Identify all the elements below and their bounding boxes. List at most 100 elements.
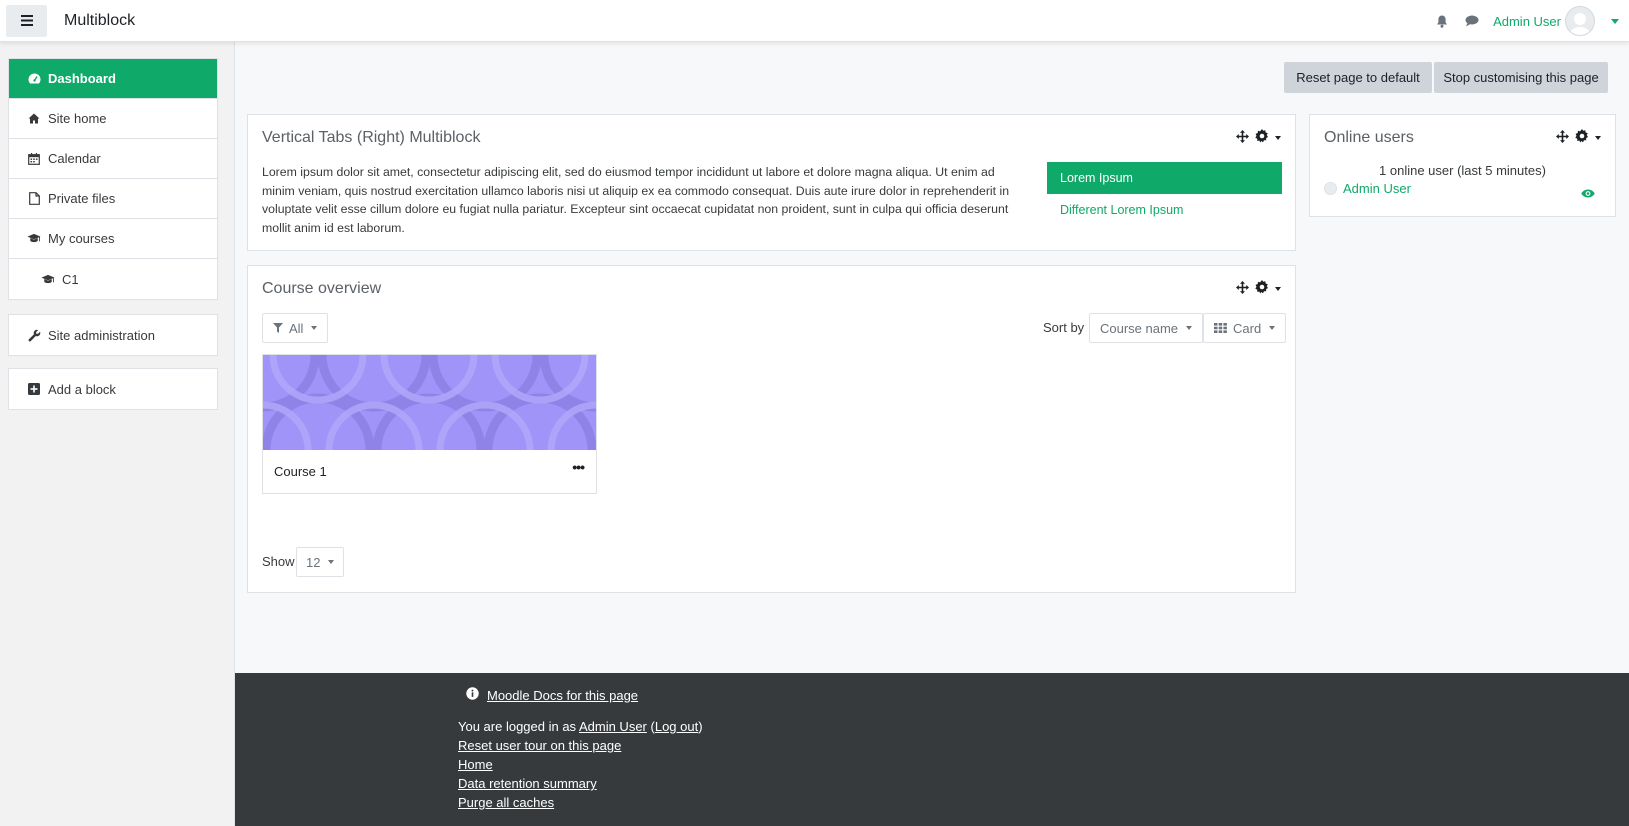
sidebar-item-label: Site administration (48, 327, 155, 343)
sidebar-item-label: Private files (48, 191, 116, 206)
chevron-down-icon[interactable] (1595, 135, 1601, 140)
filter-dropdown[interactable]: All (262, 313, 329, 343)
paging-value: 12 (306, 554, 321, 570)
sidebar-item-calendar[interactable]: Calendar (9, 139, 217, 179)
filter-value: All (289, 320, 304, 336)
reset-page-button[interactable]: Reset page to default (1284, 62, 1432, 93)
multiblock-content: Lorem ipsum dolor sit amet, consectetur … (262, 165, 1010, 235)
tab-different-lorem-ipsum[interactable]: Different Lorem Ipsum (1060, 203, 1183, 217)
logged-in-prefix: You are logged in as (458, 719, 579, 734)
sidebar-item-label: Site home (48, 111, 107, 126)
plus-square-icon (27, 382, 41, 396)
logout-open-paren: ( (646, 719, 655, 734)
file-icon (27, 192, 41, 206)
footer-user-link[interactable]: Admin User (579, 719, 647, 734)
block-controls (1236, 280, 1281, 297)
sidebar-item-site-home[interactable]: Site home (9, 99, 217, 139)
reset-user-tour-link[interactable]: Reset user tour on this page (458, 738, 621, 753)
user-navigation: Admin User (1435, 6, 1619, 36)
gear-icon[interactable] (1255, 280, 1269, 297)
block-title: Course overview (262, 280, 382, 297)
moodle-docs-row: Moodle Docs for this page (466, 687, 638, 703)
sidebar-item-c1[interactable]: C1 (9, 259, 217, 299)
move-icon[interactable] (1236, 280, 1249, 297)
sidebar-item-label: Dashboard (48, 71, 116, 86)
dashboard-icon (27, 72, 41, 86)
logout-close-paren: ) (698, 719, 703, 734)
logout-link[interactable]: Log out (655, 719, 698, 734)
sidebar-item-site-administration[interactable]: Site administration (9, 315, 217, 355)
sort-label: Sort by (1043, 320, 1085, 335)
online-user-item[interactable]: Admin User (1324, 181, 1411, 196)
nav-admin-group: Site administration (8, 314, 218, 356)
graduation-cap-icon (27, 232, 41, 246)
online-summary: 1 online user (last 5 minutes) (1379, 163, 1546, 178)
bell-icon[interactable] (1435, 14, 1449, 28)
block-title: Online users (1324, 129, 1414, 146)
eye-icon[interactable] (1581, 186, 1595, 201)
avatar[interactable] (1565, 6, 1595, 36)
add-block-button[interactable]: Add a block (9, 369, 217, 409)
user-menu-name[interactable]: Admin User (1493, 14, 1561, 29)
course-image[interactable] (263, 355, 596, 450)
show-label: Show (262, 554, 295, 569)
move-icon[interactable] (1236, 129, 1249, 146)
chevron-down-icon[interactable] (1275, 135, 1281, 140)
sidebar-item-label: My courses (48, 231, 115, 246)
online-user-link[interactable]: Admin User (1343, 181, 1411, 196)
course-overview-block: Course overview All Sort by Course name … (247, 265, 1296, 593)
block-controls (1556, 129, 1601, 146)
sidebar-item-private-files[interactable]: Private files (9, 179, 217, 219)
grid-icon (1214, 321, 1227, 336)
calendar-icon (27, 152, 41, 166)
avatar (1324, 182, 1337, 195)
chevron-down-icon (311, 326, 318, 330)
sidebar-item-my-courses[interactable]: My courses (9, 219, 217, 259)
navbar: Multiblock Admin User (0, 0, 1629, 42)
graduation-cap-icon (41, 272, 55, 286)
moodle-docs-link[interactable]: Moodle Docs for this page (487, 688, 638, 703)
move-icon[interactable] (1556, 129, 1569, 146)
view-value: Card (1233, 320, 1262, 336)
page-footer: Moodle Docs for this page You are logged… (235, 673, 1629, 826)
filter-icon (273, 321, 283, 336)
chevron-down-icon (1186, 326, 1193, 330)
chevron-down-icon[interactable] (1611, 18, 1619, 24)
hamburger-icon (20, 14, 33, 29)
footer-home-link[interactable]: Home (458, 757, 493, 772)
sidebar-item-label: Calendar (48, 151, 101, 166)
sort-dropdown[interactable]: Course name (1089, 313, 1204, 343)
nav-add-block-group: Add a block (8, 368, 218, 410)
course-name-link[interactable]: Course 1 (274, 464, 327, 479)
sidebar-item-label: C1 (62, 271, 79, 287)
multiblock-block: Vertical Tabs (Right) Multiblock Lorem i… (247, 114, 1296, 251)
data-retention-link[interactable]: Data retention summary (458, 776, 597, 791)
gear-icon[interactable] (1255, 129, 1269, 146)
stop-customising-button[interactable]: Stop customising this page (1434, 62, 1608, 93)
nav-drawer: Dashboard Site home Calendar Private fil… (0, 42, 235, 826)
chevron-down-icon (1269, 326, 1276, 330)
gear-icon[interactable] (1575, 129, 1589, 146)
more-options-icon[interactable]: ••• (572, 459, 585, 475)
course-card[interactable]: Course 1 ••• (262, 354, 597, 494)
tab-lorem-ipsum[interactable]: Lorem Ipsum (1047, 162, 1282, 194)
online-users-block: Online users 1 online user (last 5 minut… (1309, 114, 1616, 217)
nav-main-group: Dashboard Site home Calendar Private fil… (8, 58, 218, 300)
block-controls (1236, 129, 1281, 146)
sort-value: Course name (1100, 320, 1179, 336)
chevron-down-icon[interactable] (1275, 286, 1281, 291)
paging-dropdown[interactable]: 12 (296, 547, 345, 577)
purge-caches-link[interactable]: Purge all caches (458, 795, 554, 810)
wrench-icon (27, 328, 41, 342)
add-block-label: Add a block (48, 381, 116, 397)
chevron-down-icon (328, 560, 335, 564)
logged-in-info: You are logged in as Admin User (Log out… (458, 719, 703, 734)
view-dropdown[interactable]: Card (1203, 313, 1287, 343)
chat-icon[interactable] (1465, 14, 1479, 28)
menu-toggle-button[interactable] (6, 5, 47, 37)
block-title: Vertical Tabs (Right) Multiblock (262, 129, 481, 146)
home-icon (27, 112, 41, 126)
info-icon (466, 687, 479, 703)
site-name[interactable]: Multiblock (64, 12, 135, 30)
sidebar-item-dashboard[interactable]: Dashboard (9, 59, 217, 99)
